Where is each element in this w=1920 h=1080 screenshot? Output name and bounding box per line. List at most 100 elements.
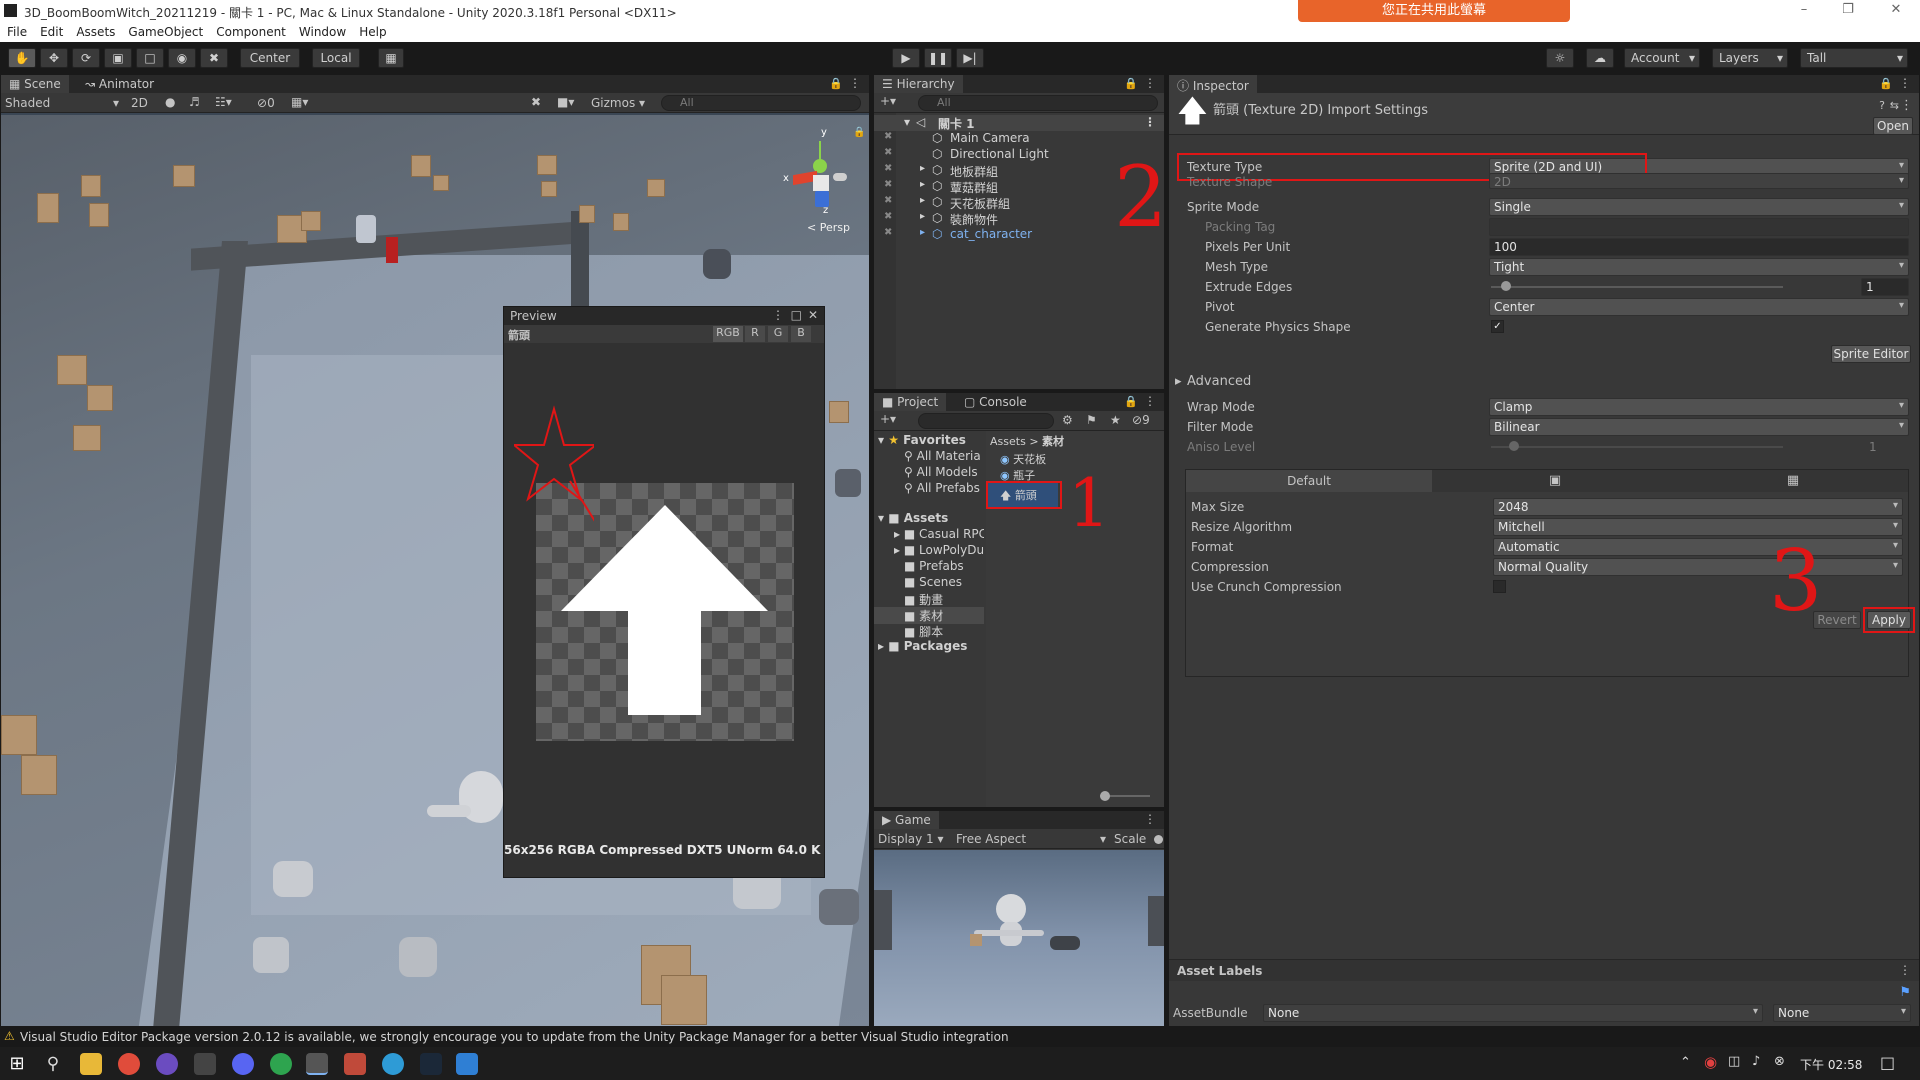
app-icon[interactable] — [456, 1053, 478, 1075]
visibility-icon[interactable]: ✖ — [884, 131, 892, 142]
close-button[interactable]: ✕ — [1876, 2, 1916, 20]
project-add-button[interactable]: +▾ — [880, 412, 896, 426]
scale-slider-knob[interactable] — [1154, 835, 1163, 844]
assets-root-row[interactable]: ▾ ■ Assets — [878, 511, 948, 525]
expand-arrow-icon[interactable]: ▸ — [920, 195, 925, 206]
scene-root-row[interactable]: ▾ ◁ 關卡 1 ⋮ — [874, 115, 1164, 131]
tab-hierarchy[interactable]: ☰ Hierarchy — [874, 75, 963, 93]
notification-icon[interactable]: □ — [1880, 1053, 1895, 1072]
chrome-alt-icon[interactable] — [270, 1053, 292, 1075]
breadcrumb-assets[interactable]: Assets — [990, 435, 1026, 448]
mode-2d-toggle[interactable]: 2D — [131, 96, 148, 110]
project-lock-icon[interactable]: 🔒 — [1124, 395, 1138, 408]
tab-animator[interactable]: ↝ Animator — [77, 75, 162, 93]
visibility-icon[interactable]: ✖ — [884, 227, 892, 238]
asset-folder[interactable]: ■ 動畫 — [904, 591, 943, 608]
tab-inspector[interactable]: ⓘ Inspector — [1169, 75, 1257, 93]
lock-icon[interactable]: 🔒 — [829, 77, 843, 90]
panel-menu-icon[interactable]: ⋮ — [849, 76, 861, 90]
layout-dropdown[interactable]: Tall ▾ — [1800, 48, 1908, 68]
chrome-icon[interactable] — [118, 1053, 140, 1075]
expand-arrow-icon[interactable]: ▸ — [920, 227, 925, 238]
grid-snap-button[interactable]: ▦ — [378, 48, 404, 68]
camera-icon[interactable]: ■▾ — [557, 95, 574, 109]
game-menu-icon[interactable]: ⋮ — [1144, 812, 1156, 826]
pivot-local-button[interactable]: Local — [312, 48, 360, 68]
breadcrumb-folder[interactable]: 素材 — [1042, 435, 1064, 448]
visibility-icon[interactable]: ✖ — [884, 179, 892, 190]
unity-hub-icon[interactable] — [194, 1053, 216, 1075]
collab-icon[interactable]: ☼ — [1546, 48, 1574, 68]
taskbar-clock[interactable]: 下午 02:58 — [1800, 1056, 1862, 1073]
layers-dropdown[interactable]: Layers ▾ — [1712, 48, 1788, 68]
step-button[interactable]: ▶| — [956, 48, 984, 68]
maximize-button[interactable]: ❐ — [1828, 2, 1868, 20]
asset-folder[interactable]: ▸ ■ Casual RPC — [894, 527, 984, 541]
hidden-packages-toggle[interactable]: ⊘9 — [1132, 413, 1150, 427]
tray-chevron-icon[interactable]: ⌃ — [1680, 1055, 1691, 1070]
pivot-dropdown[interactable]: Center ▾ — [1489, 298, 1909, 316]
shading-dropdown[interactable]: Shaded ▾ — [5, 96, 119, 110]
label-tag-icon[interactable]: ⚑ — [1899, 985, 1911, 1000]
file-item[interactable]: ◉ 天花板 — [1000, 451, 1046, 467]
channel-r-button[interactable]: R — [745, 326, 765, 342]
ppu-field[interactable]: 100 — [1489, 238, 1909, 256]
menu-component[interactable]: Component — [209, 22, 292, 39]
display-dropdown[interactable]: Display 1 ▾ — [878, 832, 944, 846]
physics-shape-checkbox[interactable]: ✓ — [1491, 320, 1504, 333]
tab-game[interactable]: ▶ Game — [874, 811, 939, 829]
file-explorer-icon[interactable] — [80, 1053, 102, 1075]
favorite-item[interactable]: ⚲ All Materia — [904, 449, 981, 463]
asset-folder-selected[interactable]: ■ 素材 — [874, 607, 984, 624]
crunch-checkbox[interactable] — [1493, 580, 1506, 593]
menu-window[interactable]: Window — [292, 22, 352, 39]
visibility-icon[interactable]: ✖ — [884, 147, 892, 158]
rect-tool-button[interactable]: □ — [136, 48, 164, 68]
expand-arrow-icon[interactable]: ▸ — [920, 163, 925, 174]
grid-icon[interactable]: ▦▾ — [291, 95, 308, 109]
platform-tab-default[interactable]: Default — [1186, 470, 1432, 492]
tab-console[interactable]: ▢ Console — [956, 393, 1035, 411]
asset-labels-menu-icon[interactable]: ⋮ — [1899, 963, 1911, 977]
channel-g-button[interactable]: G — [768, 326, 788, 342]
compression-dropdown[interactable]: Normal Quality ▾ — [1493, 558, 1903, 576]
menu-file[interactable]: File — [0, 22, 33, 39]
menu-assets[interactable]: Assets — [69, 22, 121, 39]
sprite-mode-dropdown[interactable]: Single ▾ — [1489, 198, 1909, 216]
favorite-item[interactable]: ⚲ All Prefabs — [904, 481, 980, 495]
status-bar[interactable]: ⚠ Visual Studio Editor Package version 2… — [0, 1027, 1920, 1047]
gizmo-lock-icon[interactable]: 🔒 — [853, 127, 865, 138]
packing-tag-field[interactable] — [1489, 218, 1909, 236]
scene-search-input[interactable]: All — [661, 95, 861, 111]
browser-icon[interactable] — [382, 1053, 404, 1075]
account-dropdown[interactable]: Account ▾ — [1624, 48, 1700, 68]
sprite-editor-button[interactable]: Sprite Editor — [1831, 345, 1911, 363]
discord-icon[interactable] — [232, 1053, 254, 1075]
cloud-icon[interactable]: ☁ — [1586, 48, 1614, 68]
app-icon[interactable] — [156, 1053, 178, 1075]
visibility-icon[interactable]: ✖ — [884, 211, 892, 222]
tools-icon[interactable]: ✖ — [531, 95, 541, 109]
asset-folder[interactable]: ■ 腳本 — [904, 623, 943, 640]
search-icon[interactable]: ⚲ — [42, 1053, 64, 1075]
menu-edit[interactable]: Edit — [33, 22, 69, 39]
packages-row[interactable]: ▸ ■ Packages — [878, 639, 967, 653]
lighting-icon[interactable]: ● — [165, 95, 175, 109]
ime-icon[interactable]: ⊗ — [1774, 1054, 1785, 1069]
preview-maximize-icon[interactable]: □ — [791, 308, 802, 322]
scale-tool-button[interactable]: ▣ — [104, 48, 132, 68]
expand-arrow-icon[interactable]: ▸ — [920, 211, 925, 222]
inspector-menu-icon[interactable]: ⋮ — [1899, 76, 1911, 90]
search-by-label-icon[interactable]: ⚑ — [1086, 413, 1097, 427]
pivot-center-button[interactable]: Center — [240, 48, 300, 68]
menu-gameobject[interactable]: GameObject — [121, 22, 209, 39]
assetbundle-variant-dropdown[interactable]: None ▾ — [1773, 1004, 1911, 1022]
asset-folder[interactable]: ■ Scenes — [904, 575, 962, 589]
filter-mode-dropdown[interactable]: Bilinear ▾ — [1489, 418, 1909, 436]
platform-tab-standalone[interactable]: ▣ — [1432, 470, 1678, 492]
steam-icon[interactable] — [420, 1053, 442, 1075]
effects-icon[interactable]: ☷▾ — [215, 95, 232, 109]
icon-size-slider-knob[interactable] — [1100, 791, 1110, 801]
visibility-icon[interactable]: ✖ — [884, 195, 892, 206]
max-size-dropdown[interactable]: 2048 ▾ — [1493, 498, 1903, 516]
